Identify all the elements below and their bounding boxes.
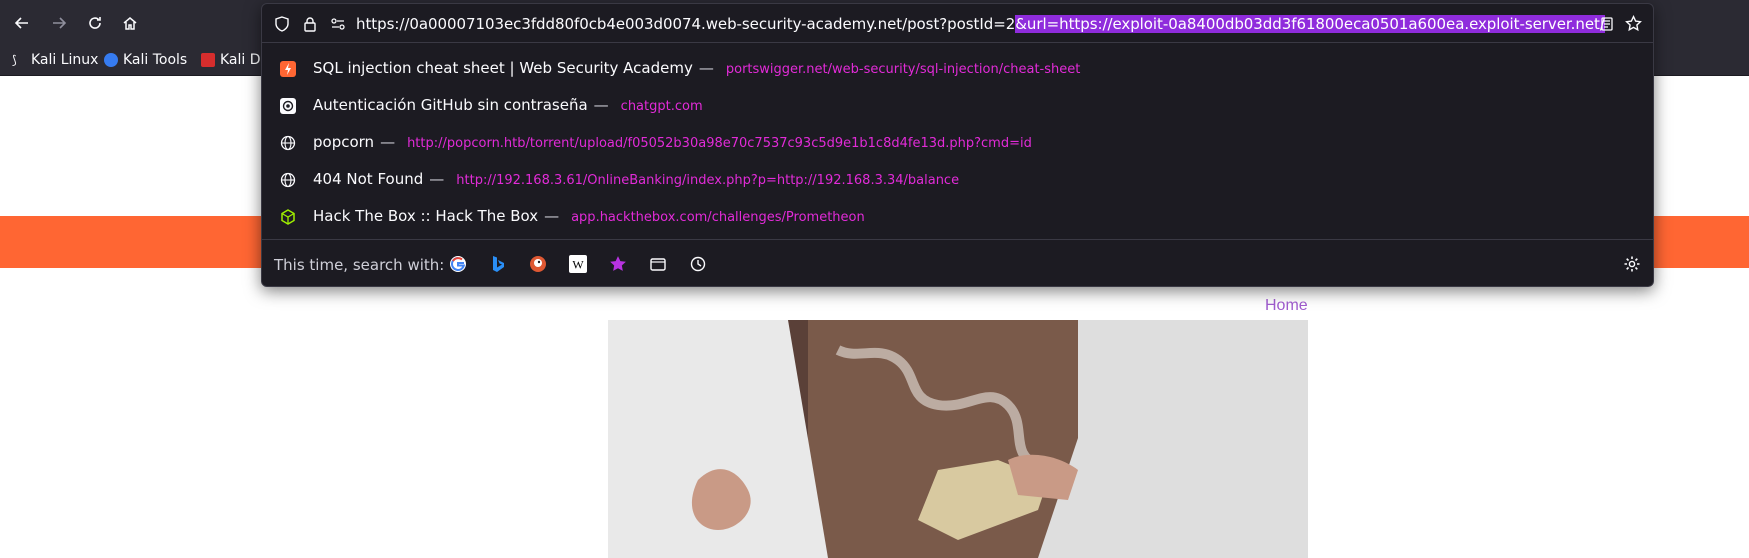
permissions-icon[interactable] bbox=[330, 16, 346, 36]
globe-icon bbox=[280, 172, 296, 188]
suggestion-row[interactable]: SQL injection cheat sheet | Web Security… bbox=[262, 51, 1653, 87]
suggestion-row[interactable]: Autenticación GitHub sin contraseña — chat… bbox=[262, 88, 1653, 124]
lock-icon[interactable] bbox=[302, 16, 318, 36]
urlbar[interactable]: https://0a00007103ec3fdd80f0cb4e003d0074… bbox=[262, 4, 1653, 44]
suggestion-dash: — bbox=[380, 133, 396, 151]
portswigger-icon bbox=[280, 61, 296, 77]
suggestion-title: Hack The Box :: Hack The Box bbox=[313, 207, 539, 225]
duckduckgo-icon[interactable] bbox=[528, 254, 548, 274]
home-button[interactable] bbox=[116, 9, 144, 37]
back-arrow-icon bbox=[14, 17, 28, 29]
blog-post-image bbox=[608, 320, 1308, 558]
search-with-label: This time, search with: bbox=[274, 256, 445, 274]
google-icon[interactable] bbox=[448, 254, 468, 274]
suggestion-url: app.hackthebox.com/challenges/Prometheon bbox=[571, 210, 865, 225]
url-text[interactable]: https://0a00007103ec3fdd80f0cb4e003d0074… bbox=[356, 15, 1605, 33]
chatgpt-icon bbox=[280, 98, 296, 114]
divider bbox=[262, 239, 1653, 240]
tracking-shield-icon[interactable] bbox=[274, 16, 290, 36]
suggestion-title: popcorn bbox=[313, 133, 375, 151]
urlbar-dropdown: https://0a00007103ec3fdd80f0cb4e003d0074… bbox=[261, 3, 1654, 287]
home-link[interactable]: Home bbox=[1265, 297, 1308, 315]
suggestion-row[interactable]: Hack The Box :: Hack The Box — app.hackthe… bbox=[262, 199, 1653, 235]
suggestion-url: http://192.168.3.61/OnlineBanking/index.… bbox=[456, 173, 960, 188]
back-button[interactable] bbox=[8, 9, 36, 37]
htb-cube-icon bbox=[280, 209, 296, 225]
wikipedia-icon[interactable]: W bbox=[568, 254, 588, 274]
search-settings-gear-icon[interactable] bbox=[1622, 254, 1642, 274]
bookmark-star-icon[interactable] bbox=[1625, 14, 1642, 36]
bing-icon[interactable] bbox=[488, 254, 508, 274]
svg-text:W: W bbox=[572, 258, 584, 272]
suggestion-dash: — bbox=[698, 59, 714, 77]
suggestion-url: http://popcorn.htb/torrent/upload/f05052… bbox=[407, 136, 1032, 151]
suggestion-title: SQL injection cheat sheet | Web Security… bbox=[313, 59, 693, 77]
url-selected-text: &url=https://exploit-0a8400db03dd3f61800… bbox=[1015, 15, 1605, 33]
globe-icon bbox=[280, 135, 296, 151]
bookmark-kali-tools[interactable]: Kali Tools bbox=[104, 50, 187, 70]
tabs-icon[interactable] bbox=[648, 254, 668, 274]
divider bbox=[262, 42, 1653, 43]
suggestion-row[interactable]: 404 Not Found — http://192.168.3.61/Online… bbox=[262, 162, 1653, 198]
forward-arrow-icon bbox=[53, 17, 67, 29]
suggestion-title: Autenticación GitHub sin contraseña bbox=[313, 96, 588, 114]
url-prefix: https://0a00007103ec3fdd80f0cb4e003d0074… bbox=[356, 15, 1016, 33]
kali-dragon-icon: ⟆ bbox=[12, 53, 26, 67]
bookmark-kali-docs[interactable]: Kali Do bbox=[201, 50, 269, 70]
suggestion-dash: — bbox=[544, 207, 560, 225]
suggestion-url: chatgpt.com bbox=[620, 99, 703, 114]
suggestion-title: 404 Not Found bbox=[313, 170, 424, 188]
bookmark-label: Kali Linux bbox=[31, 52, 99, 68]
suggestion-dash: — bbox=[429, 170, 445, 188]
home-icon bbox=[123, 17, 137, 30]
forward-button[interactable] bbox=[45, 9, 73, 37]
kali-tools-icon bbox=[104, 53, 118, 67]
suggestion-row[interactable]: popcorn — http://popcorn.htb/torrent/uploa… bbox=[262, 125, 1653, 161]
reload-button[interactable] bbox=[81, 9, 109, 37]
reader-view-icon[interactable] bbox=[1599, 16, 1615, 36]
suggestion-url: portswigger.net/web-security/sql-injecti… bbox=[725, 62, 1081, 77]
kali-docs-icon bbox=[201, 53, 215, 67]
bookmark-kali-linux[interactable]: ⟆ Kali Linux bbox=[12, 50, 98, 70]
bookmarks-star-icon[interactable] bbox=[608, 254, 628, 274]
bookmark-label: Kali Tools bbox=[123, 52, 188, 68]
suggestion-dash: — bbox=[593, 96, 609, 114]
history-icon[interactable] bbox=[688, 254, 708, 274]
reload-icon bbox=[89, 17, 101, 29]
